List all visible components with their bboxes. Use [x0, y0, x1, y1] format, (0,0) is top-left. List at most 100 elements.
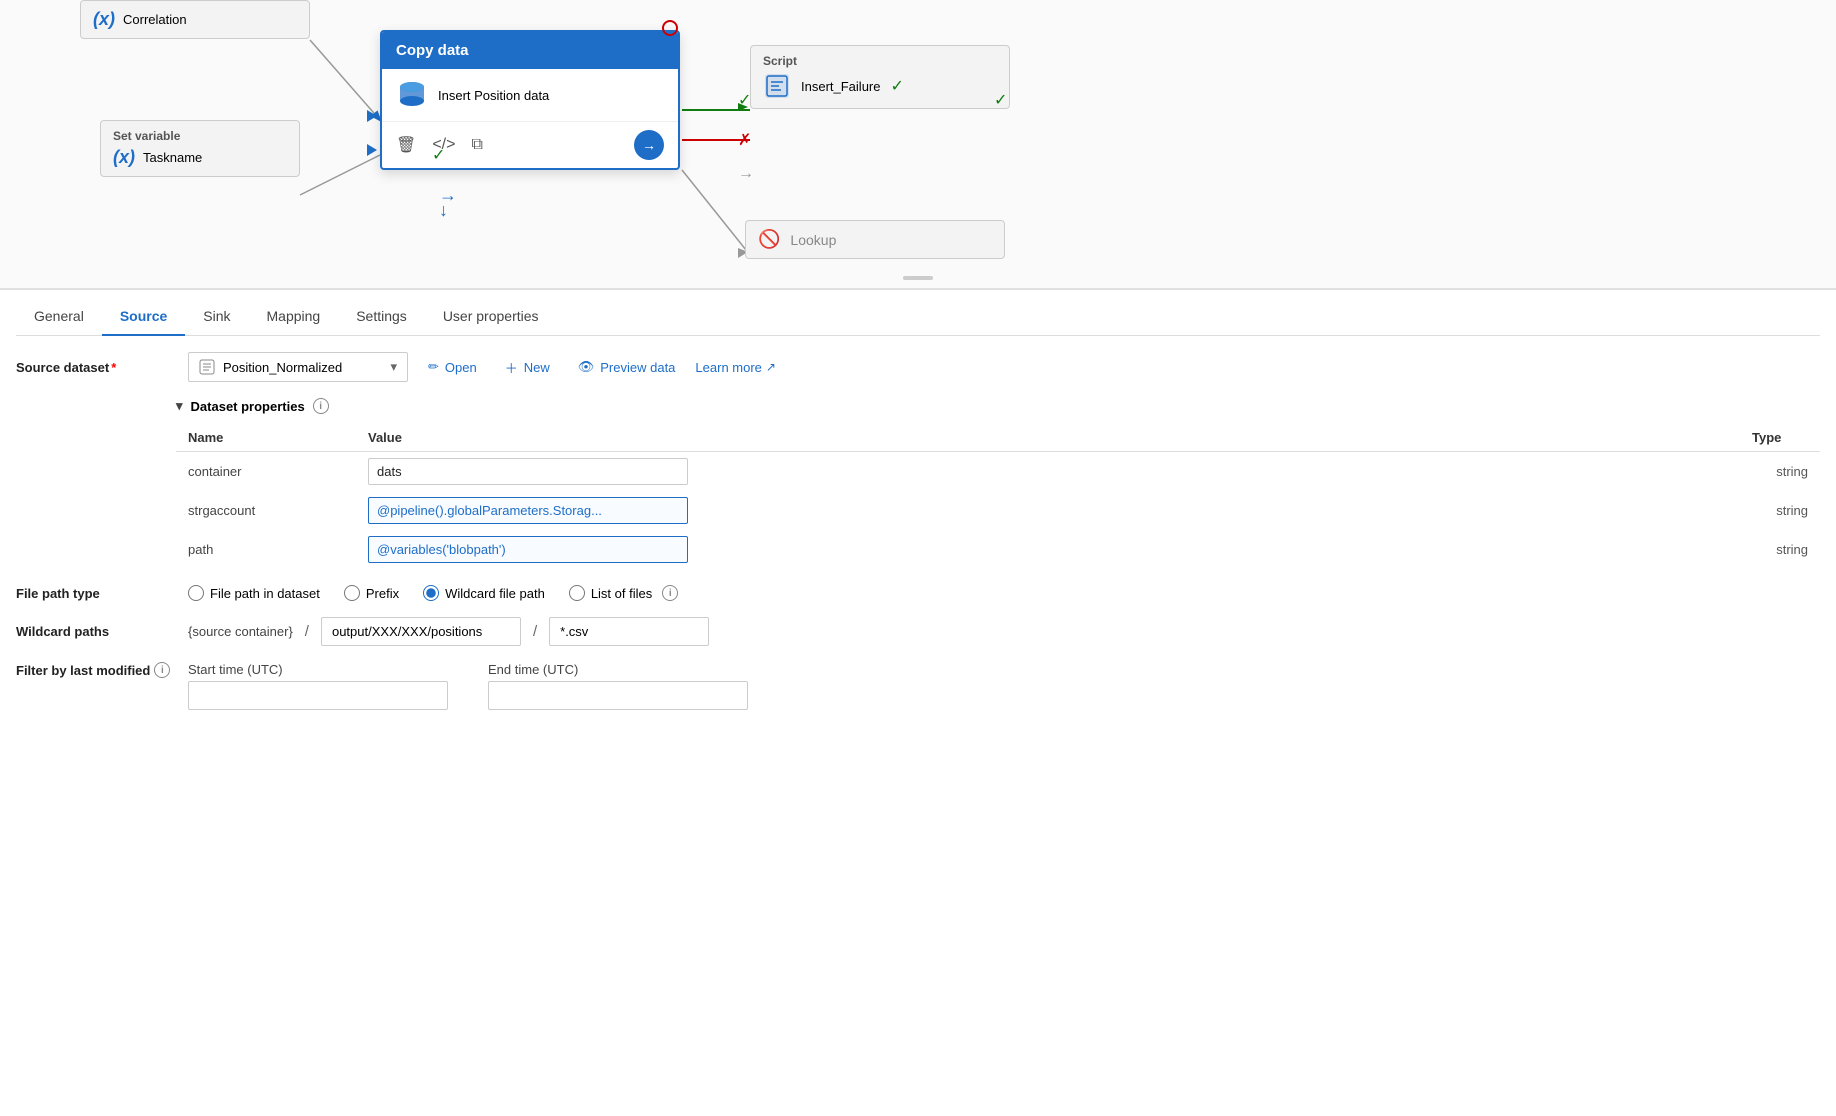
- strgaccount-input[interactable]: [368, 497, 688, 524]
- setvariable-title: Set variable: [113, 129, 287, 143]
- dataset-properties-header[interactable]: ▾ Dataset properties i: [176, 398, 1820, 414]
- col-name-header: Name: [176, 424, 356, 452]
- filter-label: Filter by last modified i: [16, 662, 176, 678]
- copydata-body: Insert Position data: [382, 69, 678, 121]
- slash-separator-1: /: [301, 623, 313, 640]
- prop-name-container: container: [176, 452, 356, 492]
- learn-more-link[interactable]: Learn more ↗: [695, 360, 776, 375]
- prop-value-strgaccount[interactable]: [356, 491, 1740, 530]
- info-icon[interactable]: i: [313, 398, 329, 414]
- copydata-item: Insert Position data: [438, 88, 549, 103]
- prop-type-container: string: [1740, 452, 1820, 492]
- script-node[interactable]: Script Insert_Failure ✓: [750, 45, 1010, 109]
- tab-general[interactable]: General: [16, 298, 102, 336]
- slash-separator-2: /: [529, 623, 541, 640]
- script-icon: [763, 72, 791, 100]
- correlation-node[interactable]: (x) Correlation: [80, 0, 310, 39]
- tab-sink[interactable]: Sink: [185, 298, 248, 336]
- table-row: container string: [176, 452, 1820, 492]
- wildcard-path-inputs: {source container} / /: [188, 617, 709, 646]
- dataset-properties-table: Name Value Type container string strg: [176, 424, 1820, 569]
- navigate-btn[interactable]: →: [634, 130, 664, 160]
- prop-name-strgaccount: strgaccount: [176, 491, 356, 530]
- script-item: Insert_Failure: [801, 79, 880, 94]
- wildcard-paths-label: Wildcard paths: [16, 624, 176, 639]
- database-icon: [396, 79, 428, 111]
- prop-value-path[interactable]: [356, 530, 1740, 569]
- end-time-label: End time (UTC): [488, 662, 748, 677]
- delete-icon[interactable]: 🗑: [396, 135, 416, 155]
- radio-wildcard[interactable]: Wildcard file path: [423, 585, 545, 601]
- setvariable-item: Taskname: [143, 150, 202, 165]
- file-path-type-options: File path in dataset Prefix Wildcard fil…: [188, 585, 678, 601]
- tab-source[interactable]: Source: [102, 298, 185, 336]
- copy-icon[interactable]: ⧉: [471, 136, 482, 154]
- prop-value-container[interactable]: [356, 452, 1740, 492]
- open-button[interactable]: ✏ Open: [420, 355, 485, 379]
- radio-wildcard-input[interactable]: [423, 585, 439, 601]
- wildcard-file-input[interactable]: [549, 617, 709, 646]
- filter-time-inputs: Start time (UTC) End time (UTC): [188, 662, 748, 710]
- pipeline-canvas: (x) Correlation Set variable (x) Tasknam…: [0, 0, 1836, 290]
- wildcard-paths-row: Wildcard paths {source container} / /: [16, 617, 1820, 646]
- source-form: Source dataset* Position_Normalized ▾ ✏ …: [16, 336, 1820, 718]
- new-button[interactable]: ＋ New: [497, 354, 558, 381]
- lookup-disabled-icon: 🚫: [758, 229, 780, 250]
- filter-last-modified-row: Filter by last modified i Start time (UT…: [16, 662, 1820, 710]
- copydata-node[interactable]: Copy data Insert Position data 🗑 </> ⧉ →: [380, 30, 680, 170]
- listfiles-info-icon[interactable]: i: [662, 585, 678, 601]
- start-time-label: Start time (UTC): [188, 662, 448, 677]
- table-row: path string: [176, 530, 1820, 569]
- radio-filepath-input[interactable]: [188, 585, 204, 601]
- script-success-icon: ✓: [994, 90, 1007, 110]
- source-dataset-row: Source dataset* Position_Normalized ▾ ✏ …: [16, 352, 1820, 382]
- bottom-panel: General Source Sink Mapping Settings Use…: [0, 290, 1836, 718]
- dataset-value: Position_Normalized: [223, 360, 342, 375]
- radio-filepath[interactable]: File path in dataset: [188, 585, 320, 601]
- end-time-group: End time (UTC): [488, 662, 748, 710]
- radio-prefix[interactable]: Prefix: [344, 585, 399, 601]
- container-input[interactable]: [368, 458, 688, 485]
- fx-icon-2: (x): [113, 147, 135, 168]
- wildcard-folder-input[interactable]: [321, 617, 521, 646]
- radio-prefix-input[interactable]: [344, 585, 360, 601]
- success-connector-icon: ✓: [738, 90, 751, 110]
- filter-info-icon[interactable]: i: [154, 662, 170, 678]
- error-indicator: [662, 20, 678, 36]
- start-time-input[interactable]: [188, 681, 448, 710]
- tab-user-properties[interactable]: User properties: [425, 298, 557, 336]
- dataset-icon: [199, 359, 215, 375]
- source-dataset-label: Source dataset*: [16, 360, 176, 375]
- file-path-type-row: File path type File path in dataset Pref…: [16, 585, 1820, 601]
- plus-icon: ＋: [505, 358, 518, 377]
- lookup-label: Lookup: [790, 232, 836, 248]
- canvas-divider: [903, 276, 933, 280]
- setvariable-node[interactable]: Set variable (x) Taskname: [100, 120, 300, 177]
- table-row: strgaccount string: [176, 491, 1820, 530]
- tab-bar: General Source Sink Mapping Settings Use…: [16, 290, 1820, 336]
- lookup-node[interactable]: 🚫 Lookup: [745, 220, 1005, 259]
- end-time-input[interactable]: [488, 681, 748, 710]
- fx-icon: (x): [93, 9, 115, 30]
- required-indicator: *: [111, 360, 116, 375]
- path-input[interactable]: [368, 536, 688, 563]
- setvariable-check: ✓: [432, 145, 445, 165]
- dataset-properties-section: ▾ Dataset properties i Name Value Type c…: [176, 398, 1820, 569]
- failure-connector-icon: ✗: [738, 130, 751, 150]
- copydata-title: Copy data: [396, 42, 469, 59]
- tab-mapping[interactable]: Mapping: [249, 298, 339, 336]
- radio-listfiles[interactable]: List of files i: [569, 585, 678, 601]
- start-time-group: Start time (UTC): [188, 662, 448, 710]
- file-path-type-label: File path type: [16, 586, 176, 601]
- preview-icon: 👁: [578, 359, 595, 375]
- arrow-connector: ↓: [439, 200, 448, 221]
- radio-listfiles-input[interactable]: [569, 585, 585, 601]
- script-title: Script: [763, 54, 997, 68]
- preview-data-button[interactable]: 👁 Preview data: [570, 355, 684, 379]
- tab-settings[interactable]: Settings: [338, 298, 425, 336]
- collapse-icon: ▾: [176, 398, 183, 414]
- neutral-connector-icon: →: [738, 165, 754, 183]
- chevron-down-icon: ▾: [390, 359, 397, 375]
- col-value-header: Value: [356, 424, 1740, 452]
- dataset-select[interactable]: Position_Normalized ▾: [188, 352, 408, 382]
